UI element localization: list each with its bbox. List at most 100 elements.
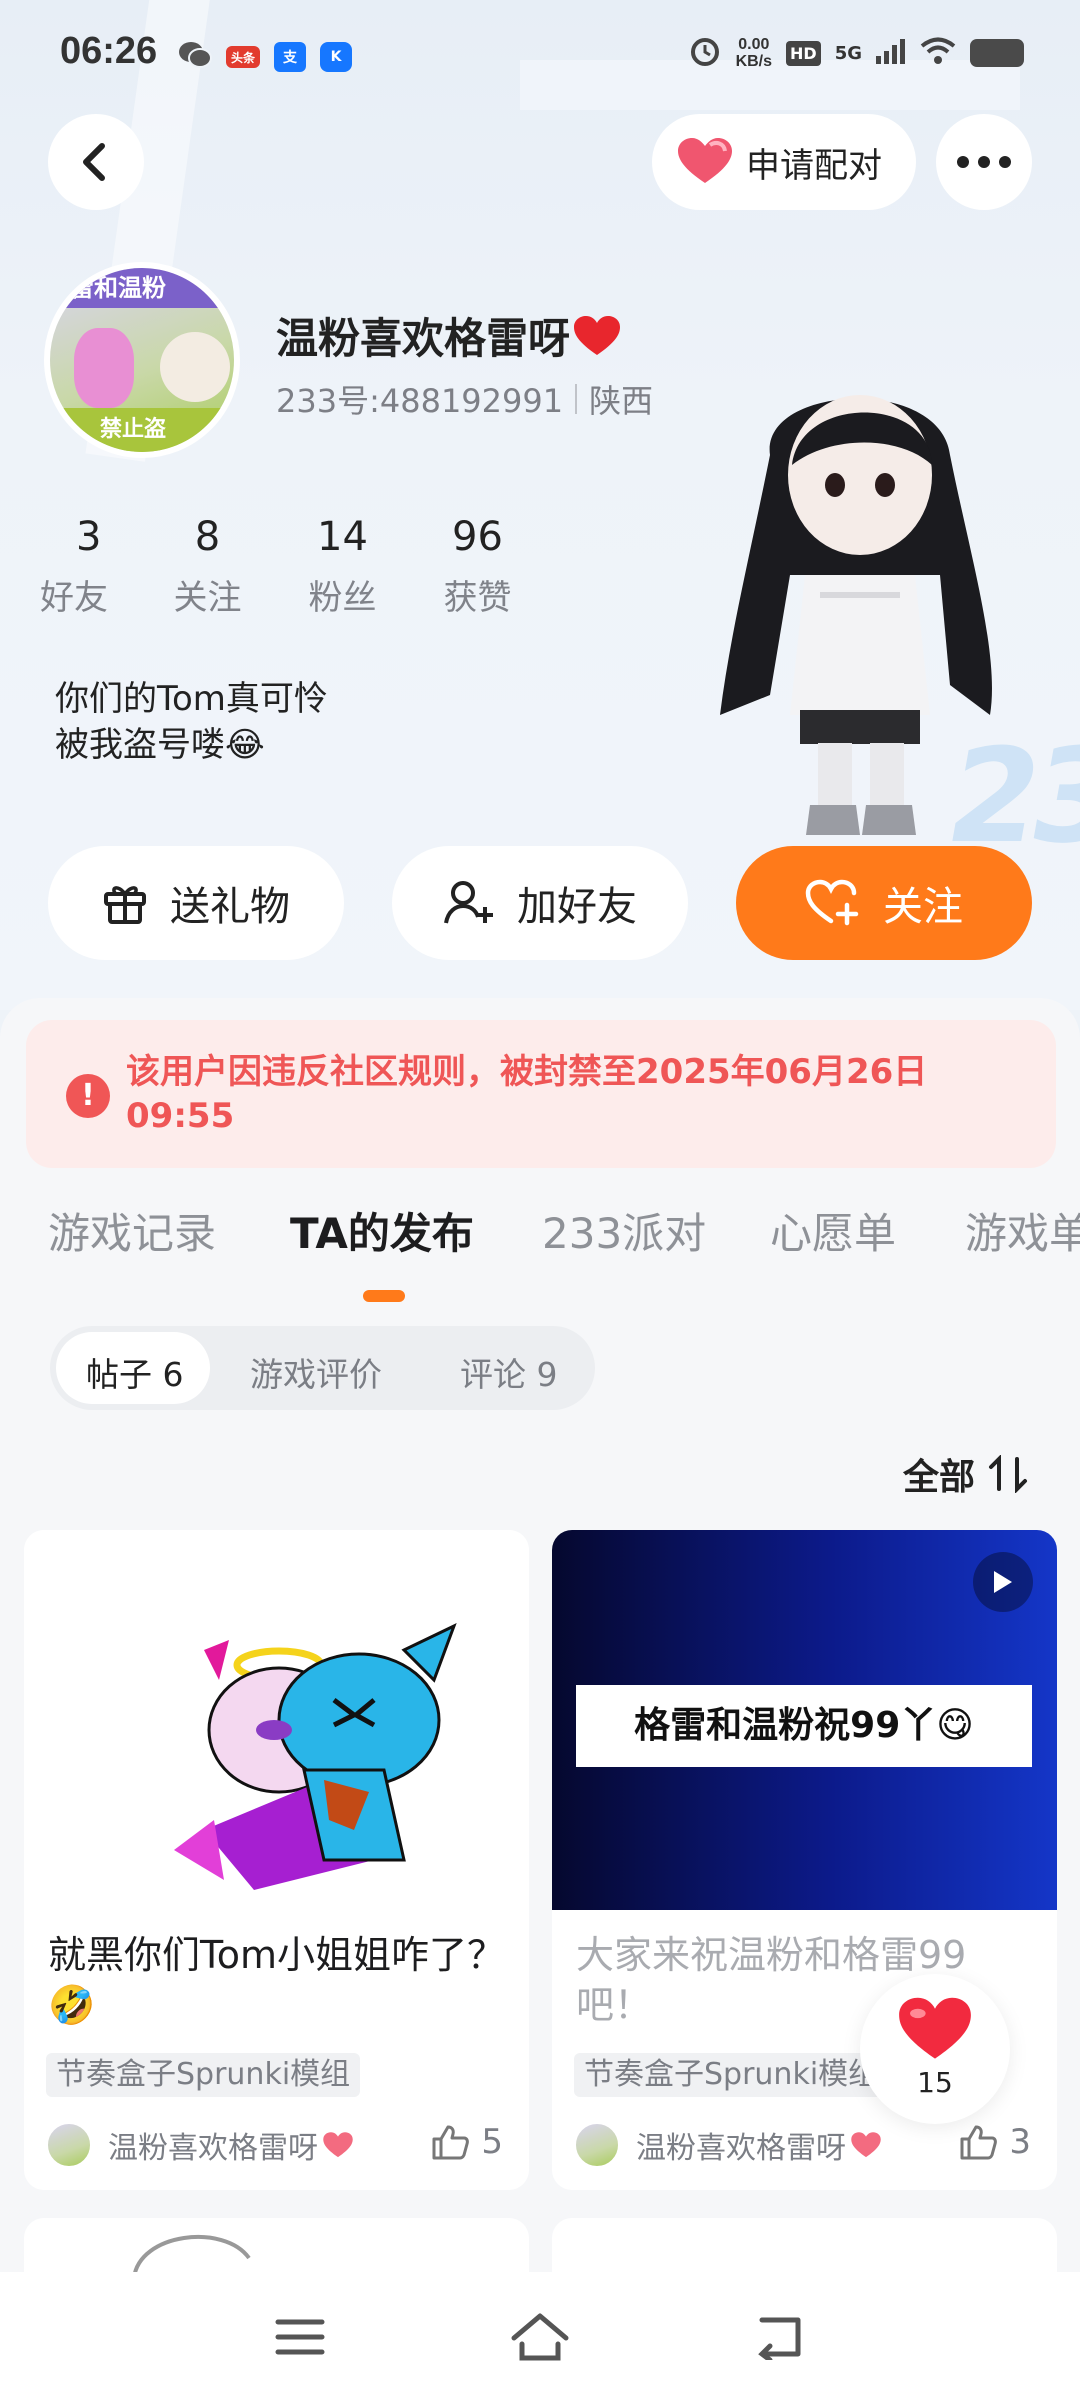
bio-line: 你们的Tom真可怜: [55, 679, 328, 719]
toutiao-icon: 头条: [226, 46, 260, 68]
post-title: 就黑你们Tom小姐姐咋了？🤣: [48, 1933, 506, 2027]
stat-fans-label: 粉丝: [308, 578, 377, 618]
net-speed-value: 0.00: [738, 36, 770, 53]
post-cover-image: [132, 2235, 251, 2278]
warning-icon: !: [66, 1074, 110, 1118]
home-button[interactable]: [505, 2302, 575, 2372]
stat-following[interactable]: 8 关注: [140, 514, 275, 619]
subtab-posts[interactable]: 帖子 6: [86, 1348, 184, 1396]
status-time: 06:26: [60, 30, 158, 72]
net-speed: 0.00 KB/s: [736, 36, 772, 70]
apply-pair-label: 申请配对: [746, 145, 882, 186]
post-like-button[interactable]: 3: [959, 2122, 1031, 2162]
nickname-text: 温粉喜欢格雷呀: [276, 314, 571, 363]
alarm-icon: [688, 34, 722, 72]
follow-label: 关注: [883, 884, 963, 930]
profile-tabs: 游戏记录 TA的发布 233派对 心愿单 游戏单: [0, 1200, 1080, 1280]
apply-pair-button[interactable]: 申请配对: [652, 114, 916, 210]
ban-notice-text: 该用户因违反社区规则，被封禁至2025年06月26日09:55: [126, 1052, 928, 1136]
sort-label: 全部: [903, 1457, 976, 1498]
tab-game-records[interactable]: 游戏记录: [48, 1200, 216, 1261]
stat-following-count: 8: [194, 514, 221, 560]
add-friend-button[interactable]: 加好友: [392, 846, 688, 960]
red-heart-icon: [899, 1997, 971, 2059]
menu-button[interactable]: [265, 2302, 335, 2372]
thumbs-up-icon: [960, 2125, 998, 2160]
home-icon: [511, 2313, 569, 2361]
nickname: 温粉喜欢格雷呀: [276, 305, 622, 366]
add-friend-label: 加好友: [517, 884, 637, 930]
post-tag[interactable]: 节奏盒子Sprunki模组: [46, 2053, 361, 2097]
stat-likes[interactable]: 96 获赞: [410, 514, 545, 619]
post-like-count: 3: [1009, 2122, 1031, 2162]
status-notification-icons: 头条 支 K: [178, 40, 352, 74]
tab-game-lists[interactable]: 游戏单: [965, 1200, 1080, 1261]
status-system-icons: 0.00 KB/s HD 5G: [688, 34, 1024, 72]
stat-fans-count: 14: [317, 514, 368, 560]
wechat-icon: [178, 40, 212, 74]
avatar-banner-text: 雷和温粉: [50, 268, 234, 308]
tab-233-party[interactable]: 233派对: [542, 1200, 706, 1261]
battery-icon: [970, 39, 1024, 67]
post-cover-image: [24, 1530, 529, 1910]
avatar[interactable]: 雷和温粉 禁止盗: [44, 262, 240, 458]
thumbs-up-icon: [432, 2125, 470, 2160]
heart-icon: [678, 138, 732, 183]
video-title-text: 格雷和温粉祝99丫😋: [576, 1685, 1032, 1767]
tab-wishlist[interactable]: 心愿单: [770, 1200, 896, 1261]
post-like-button[interactable]: 5: [431, 2122, 503, 2162]
pink-heart-icon: [851, 2132, 881, 2158]
back-arrow-icon: [83, 143, 105, 181]
author-name: 温粉喜欢格雷呀: [636, 2131, 846, 2166]
more-button[interactable]: [936, 114, 1032, 210]
post-tag[interactable]: 节奏盒子Sprunki模组: [574, 2053, 889, 2097]
gift-icon: [104, 886, 146, 924]
profile-meta: 233号:488192991 陕西: [276, 376, 653, 422]
send-gift-button[interactable]: 送礼物: [48, 846, 344, 960]
post-author[interactable]: 温粉喜欢格雷呀: [46, 2122, 354, 2168]
send-gift-label: 送礼物: [170, 884, 290, 930]
k-app-icon: K: [320, 42, 352, 72]
back-button[interactable]: [48, 114, 144, 210]
stat-fans[interactable]: 14 粉丝: [275, 514, 410, 619]
play-icon[interactable]: [973, 1552, 1033, 1612]
post-card[interactable]: 就黑你们Tom小姐姐咋了？🤣 节奏盒子Sprunki模组 温粉喜欢格雷呀 5: [24, 1530, 529, 2190]
heart-plus-icon: [805, 879, 859, 926]
region: 陕西: [589, 382, 654, 420]
bio-line: 被我盗号喽😂: [55, 725, 265, 765]
author-name: 温粉喜欢格雷呀: [108, 2131, 318, 2166]
stat-friends-count: 3: [76, 514, 102, 560]
signal-bars-icon: [876, 38, 906, 68]
avatar-figure: [160, 332, 230, 402]
active-tab-indicator: [363, 1290, 405, 1302]
hd-icon: HD: [786, 40, 821, 66]
sort-icon: [989, 1455, 1028, 1493]
avatar-footer-text: 禁止盗: [50, 408, 234, 452]
wifi-icon: [920, 37, 956, 69]
subtab-comments[interactable]: 评论 9: [460, 1348, 558, 1396]
nav-back-button[interactable]: [745, 2302, 815, 2372]
tab-ta-posts[interactable]: TA的发布: [290, 1200, 474, 1261]
pink-heart-icon: [323, 2132, 353, 2158]
stat-likes-label: 获赞: [443, 578, 512, 618]
avatar-character-figure[interactable]: [700, 355, 1020, 855]
author-avatar: [574, 2122, 620, 2168]
stat-following-label: 关注: [173, 578, 242, 618]
divider: [575, 384, 578, 414]
profile-stats: 3 好友 8 关注 14 粉丝 96 获赞: [40, 514, 545, 619]
post-like-count: 5: [481, 2122, 503, 2162]
subtab-game-reviews[interactable]: 游戏评价: [250, 1348, 382, 1396]
stat-friends[interactable]: 3 好友: [40, 514, 140, 619]
stat-likes-count: 96: [452, 514, 503, 560]
stat-friends-label: 好友: [40, 578, 108, 618]
follow-button[interactable]: 关注: [736, 846, 1032, 960]
add-friend-icon: [444, 881, 493, 924]
post-author[interactable]: 温粉喜欢格雷呀: [574, 2122, 882, 2168]
sort-dropdown[interactable]: 全部: [903, 1448, 1029, 1500]
net-speed-unit: KB/s: [735, 53, 773, 70]
bio: 你们的Tom真可怜 被我盗号喽😂: [55, 676, 328, 768]
status-bar: 06:26 头条 支 K 0.00 KB/s HD 5G: [0, 0, 1080, 110]
floating-like-button[interactable]: 15: [860, 1974, 1010, 2124]
avatar-figure: [74, 328, 134, 408]
menu-icon: [275, 2319, 325, 2355]
